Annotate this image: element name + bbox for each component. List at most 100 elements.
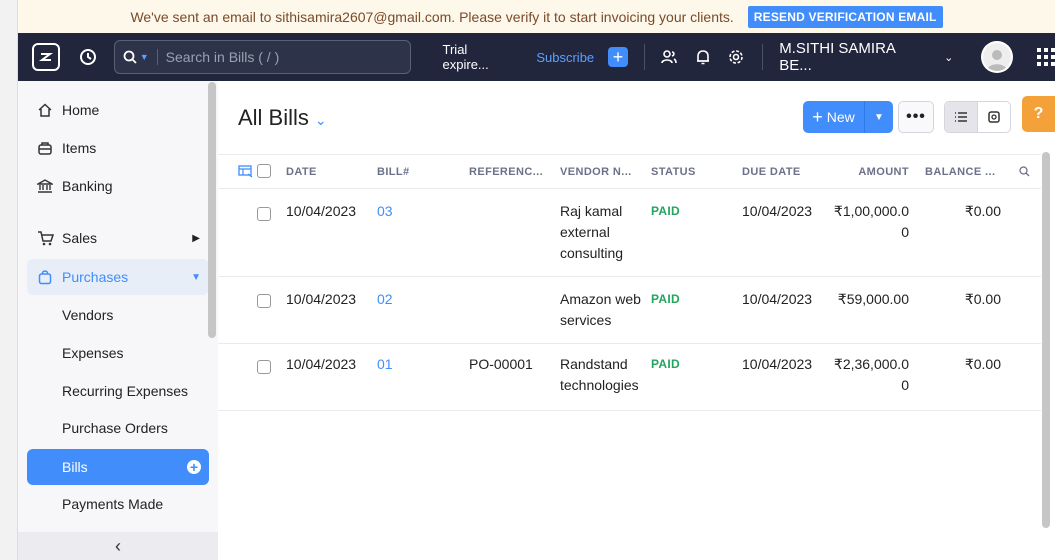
history-icon[interactable] — [78, 47, 98, 67]
trial-expiry-text: Trial expire... — [442, 42, 489, 72]
table-row[interactable]: 10/04/2023 01 PO-00001 Randstand technol… — [218, 344, 1041, 411]
organization-name[interactable]: M.SITHI SAMIRA BE... — [779, 40, 930, 74]
sidebar-sub-label: Recurring Expenses — [62, 383, 189, 399]
column-header-reference[interactable]: REFERENC... — [469, 166, 543, 178]
row-due-date: 10/04/2023 — [742, 203, 813, 219]
row-vendor: Randstand technologies — [560, 354, 650, 396]
sidebar-item-expenses[interactable]: Expenses — [18, 335, 208, 371]
sidebar-item-label: Banking — [62, 178, 113, 194]
row-vendor: Amazon web services — [560, 289, 650, 331]
app-launcher-grid-icon[interactable] — [1037, 48, 1055, 66]
row-date: 10/04/2023 — [286, 291, 357, 307]
sidebar-sub-label: Bills — [62, 459, 88, 475]
search-icon[interactable]: ▼ — [123, 50, 149, 64]
help-question-icon[interactable]: ? — [1022, 96, 1055, 132]
sidebar-item-banking[interactable]: Banking — [18, 168, 208, 204]
sidebar-item-purchases[interactable]: Purchases ▼ — [27, 259, 209, 295]
add-bill-plus-icon[interactable]: + — [187, 460, 201, 474]
amount-line: 0 — [901, 224, 909, 240]
sidebar-item-sales[interactable]: Sales ▶ — [18, 220, 208, 256]
vendor-line: Amazon web — [560, 291, 641, 307]
row-bill-number-link[interactable]: 03 — [377, 201, 393, 222]
row-checkbox[interactable] — [257, 294, 271, 308]
row-amount: ₹2,36,000.0 0 — [834, 354, 909, 396]
row-checkbox[interactable] — [257, 360, 271, 374]
row-vendor: Raj kamal external consulting — [560, 201, 650, 264]
items-icon — [36, 139, 54, 157]
column-header-status[interactable]: STATUS — [651, 166, 696, 178]
table-search-icon[interactable] — [1019, 166, 1030, 180]
column-header-balance[interactable]: BALANCE ... — [925, 166, 995, 178]
bank-icon — [36, 177, 54, 195]
row-checkbox[interactable] — [257, 207, 271, 221]
sidebar-item-vendors[interactable]: Vendors — [18, 297, 208, 333]
table-row[interactable]: 10/04/2023 03 Raj kamal external consult… — [218, 189, 1041, 277]
row-balance: ₹0.00 — [964, 203, 1001, 219]
org-chevron-down-icon[interactable]: ⌄ — [944, 51, 953, 64]
row-balance: ₹0.00 — [964, 356, 1001, 372]
sidebar-item-payments-made[interactable]: Payments Made — [18, 486, 208, 522]
search-input[interactable]: Search in Bills ( / ) — [156, 49, 279, 65]
vendor-line: consulting — [560, 245, 624, 261]
gallery-view-icon[interactable] — [978, 102, 1010, 132]
sidebar-item-recurring-expenses[interactable]: Recurring Expenses — [18, 373, 208, 409]
settings-gear-icon[interactable] — [726, 47, 746, 67]
vendor-line: Raj kamal — [560, 203, 623, 219]
vendor-line: services — [560, 312, 612, 328]
sidebar-item-home[interactable]: Home — [18, 92, 208, 128]
search-filter-chevron-icon[interactable]: ▼ — [140, 52, 149, 62]
row-amount: ₹59,000.00 — [838, 289, 909, 310]
caret-right-icon: ▶ — [192, 232, 200, 244]
view-switch-chevron-down-icon[interactable]: ⌄ — [315, 112, 327, 129]
new-bill-button[interactable]: + New ▼ — [803, 101, 893, 133]
main-content: All Bills ⌄ + New ▼ ••• ? DATE BILL# REFE… — [218, 81, 1055, 560]
sidebar-scrollbar[interactable] — [208, 82, 216, 338]
column-header-date[interactable]: DATE — [286, 166, 317, 178]
new-dropdown-caret-icon[interactable]: ▼ — [865, 101, 893, 133]
more-options-button[interactable]: ••• — [898, 101, 934, 133]
sidebar-item-label: Sales — [62, 230, 98, 246]
user-avatar[interactable] — [981, 41, 1013, 73]
column-customize-icon[interactable] — [238, 165, 253, 181]
sidebar-item-purchase-orders[interactable]: Purchase Orders — [18, 410, 208, 446]
subscribe-link[interactable]: Subscribe — [536, 50, 594, 65]
row-due-date: 10/04/2023 — [742, 356, 813, 372]
column-header-amount[interactable]: AMOUNT — [858, 166, 909, 178]
referral-users-icon[interactable] — [659, 47, 679, 67]
column-header-due-date[interactable]: DUE DATE — [742, 166, 801, 178]
vendor-line: external — [560, 224, 610, 240]
sidebar-sub-label: Expenses — [62, 345, 124, 361]
search-box[interactable]: ▼ Search in Bills ( / ) — [113, 40, 411, 74]
sidebar-item-items[interactable]: Items — [18, 130, 208, 166]
list-view-icon[interactable] — [945, 102, 978, 132]
sidebar-item-label: Items — [62, 140, 97, 156]
amount-line: ₹1,00,000.0 — [833, 203, 909, 219]
new-button-main[interactable]: + New — [803, 101, 865, 133]
amount-line: 0 — [901, 377, 909, 393]
row-bill-number-link[interactable]: 02 — [377, 289, 393, 310]
row-bill-number-link[interactable]: 01 — [377, 354, 393, 375]
table-row[interactable]: 10/04/2023 02 Amazon web services PAID 1… — [218, 277, 1041, 344]
column-header-bill[interactable]: BILL# — [377, 166, 410, 178]
sidebar-sub-label: Payments Made — [62, 496, 164, 512]
page-title[interactable]: All Bills ⌄ — [238, 105, 327, 131]
resend-verification-button[interactable]: RESEND VERIFICATION EMAIL — [747, 5, 943, 28]
sidebar-sub-label: Purchase Orders — [62, 420, 168, 436]
app-logo-icon[interactable] — [32, 43, 60, 71]
new-button-label: New — [826, 109, 855, 125]
main-scrollbar[interactable] — [1042, 152, 1050, 528]
row-amount: ₹1,00,000.0 0 — [834, 201, 909, 243]
select-all-checkbox[interactable] — [257, 164, 271, 178]
row-reference: PO-00001 — [469, 356, 533, 372]
column-header-vendor[interactable]: VENDOR N... — [560, 166, 632, 178]
sidebar-item-bills[interactable]: Bills + — [27, 449, 209, 485]
sidebar-sub-label: Vendors — [62, 307, 114, 323]
page-title-text: All Bills — [238, 105, 309, 130]
notifications-bell-icon[interactable] — [693, 47, 713, 67]
row-status: PAID — [651, 204, 680, 218]
collapse-sidebar-chevron-left-icon[interactable]: ‹ — [18, 532, 218, 560]
caret-down-icon: ▼ — [191, 271, 201, 283]
view-toggle-group — [944, 101, 1011, 133]
vendor-line: technologies — [560, 377, 639, 393]
quick-create-button[interactable]: + — [608, 47, 628, 67]
